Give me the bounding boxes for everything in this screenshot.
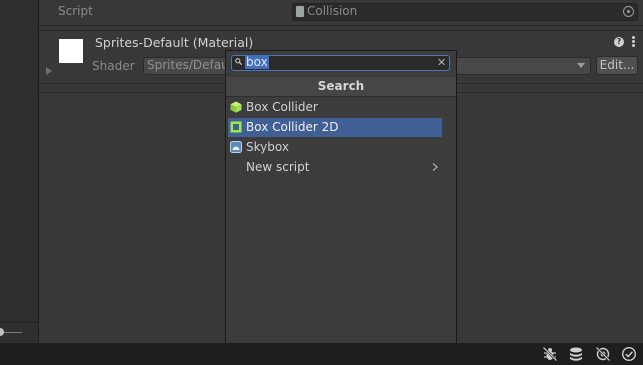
clear-search-icon[interactable]: ✕ (437, 56, 446, 70)
layers-icon[interactable] (568, 346, 584, 362)
left-panel (0, 0, 39, 343)
cube-icon (230, 101, 242, 113)
result-label: New script (246, 160, 310, 174)
chevron-down-icon (577, 63, 585, 68)
help-icon[interactable]: ? (614, 37, 624, 47)
material-preview (59, 39, 83, 63)
row-divider (39, 25, 643, 26)
chevron-right-icon (432, 162, 439, 172)
result-label: Box Collider 2D (246, 120, 339, 134)
result-label: Box Collider (246, 100, 318, 114)
result-box-collider[interactable]: Box Collider (228, 98, 442, 117)
box-collider-2d-icon (230, 121, 242, 133)
object-picker-icon[interactable] (623, 6, 634, 17)
panel-divider (0, 322, 38, 323)
more-options-icon[interactable] (632, 36, 635, 48)
result-new-script[interactable]: New script (228, 158, 442, 177)
row-divider (39, 30, 643, 31)
debug-off-icon[interactable] (542, 346, 558, 362)
result-box-collider-2d[interactable]: Box Collider 2D (228, 118, 442, 137)
search-icon (235, 58, 242, 65)
search-header: Search (226, 77, 456, 97)
shader-label: Shader (92, 59, 135, 73)
edit-shader-button[interactable]: Edit... (596, 56, 638, 75)
search-query[interactable]: box (245, 55, 269, 69)
script-file-icon (296, 6, 304, 17)
script-label: Script (58, 4, 93, 18)
result-label: Skybox (246, 140, 289, 154)
foldout-arrow-icon[interactable] (46, 67, 52, 75)
result-skybox[interactable]: Skybox (228, 138, 442, 157)
skybox-icon (230, 141, 242, 153)
check-circle-icon[interactable] (621, 346, 637, 362)
material-title: Sprites-Default (Material) (95, 35, 254, 50)
shader-value: Sprites/Defau (147, 58, 229, 72)
script-value: Collision (307, 4, 358, 18)
lighting-off-icon[interactable] (595, 346, 611, 362)
